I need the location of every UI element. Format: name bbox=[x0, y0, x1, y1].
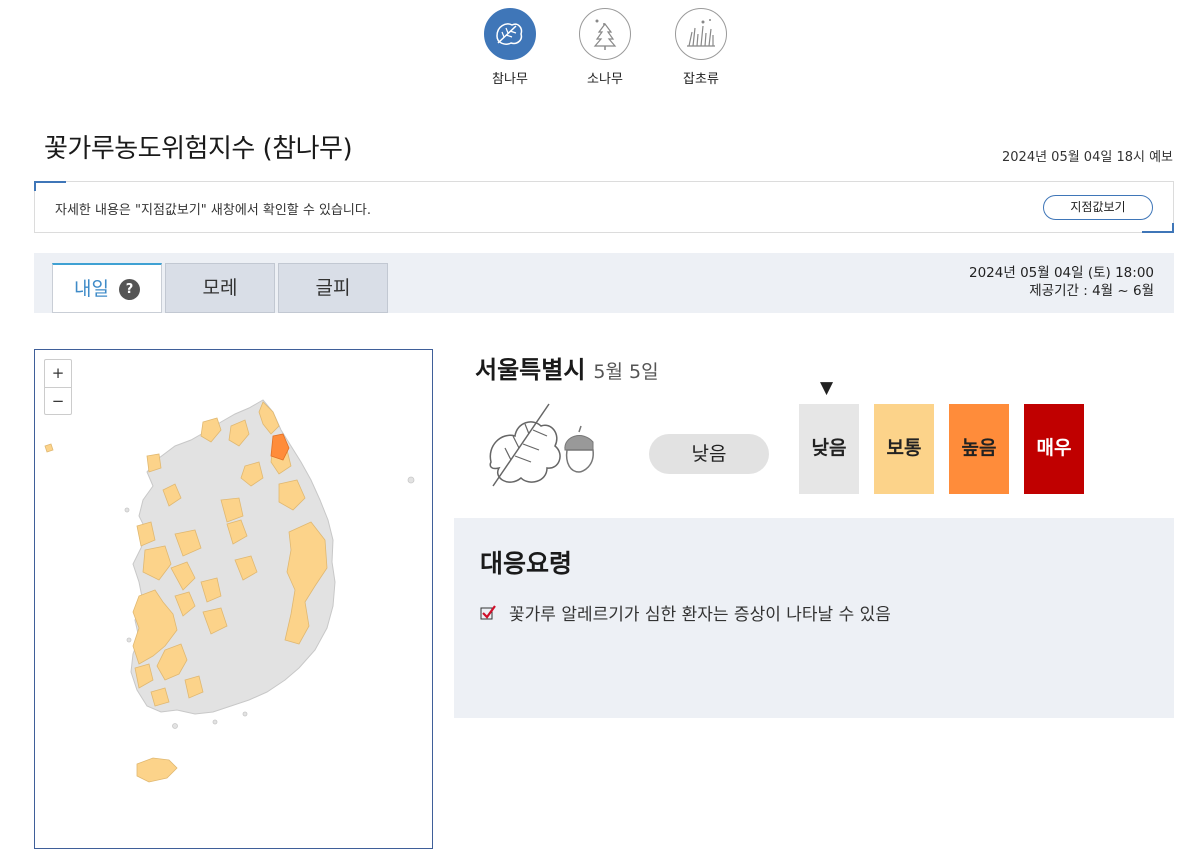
pollen-type-weed[interactable]: 잡초류 bbox=[666, 8, 736, 87]
pollen-type-label: 참나무 bbox=[492, 72, 528, 87]
help-icon[interactable]: ? bbox=[118, 279, 140, 300]
notice-text: 자세한 내용은 "지점값보기" 새창에서 확인할 수 있습니다. bbox=[55, 203, 371, 218]
day-tab-bar: 내일? 모레 글피 2024년 05월 04일 (토) 18:00 제공기간 :… bbox=[34, 253, 1174, 313]
tab-tomorrow[interactable]: 내일? bbox=[52, 263, 162, 313]
station-values-button[interactable]: 지점값보기 bbox=[1043, 195, 1153, 220]
pollen-type-pine[interactable]: 소나무 bbox=[570, 8, 640, 87]
guide-item: 꽃가루 알레르기가 심한 환자는 증상이 나타날 수 있음 bbox=[480, 600, 891, 625]
corner-accent bbox=[1172, 223, 1174, 233]
oak-leaf-icon bbox=[484, 8, 536, 60]
zoom-in-button[interactable]: + bbox=[45, 360, 71, 387]
service-period: 제공기간 : 4월 ~ 6월 bbox=[1029, 283, 1154, 299]
region-header: 서울특별시 5월 5일 bbox=[475, 350, 659, 385]
pollen-type-oak[interactable]: 참나무 bbox=[475, 8, 545, 87]
level-high: 높음 bbox=[949, 404, 1009, 494]
level-very-high: 매우 bbox=[1024, 404, 1084, 494]
pollen-type-label: 잡초류 bbox=[683, 72, 719, 87]
checkbox-checked-icon bbox=[480, 605, 496, 620]
zoom-out-button[interactable]: − bbox=[45, 387, 71, 414]
weed-grass-icon bbox=[675, 8, 727, 60]
corner-accent bbox=[34, 181, 36, 191]
issue-datetime: 2024년 05월 04일 (토) 18:00 bbox=[969, 265, 1154, 281]
corner-accent bbox=[34, 181, 66, 183]
pine-tree-icon bbox=[579, 8, 631, 60]
current-level-badge: 낮음 bbox=[649, 434, 769, 474]
level-low: 낮음 bbox=[799, 404, 859, 494]
page-title: 꽃가루농도위험지수 (참나무) bbox=[44, 134, 353, 164]
tab-info: 2024년 05월 04일 (토) 18:00 제공기간 : 4월 ~ 6월 bbox=[969, 264, 1154, 300]
tab-label: 모레 bbox=[202, 277, 238, 299]
forecast-time: 2024년 05월 04일 18시 예보 bbox=[1002, 150, 1173, 165]
tab-two-days-after[interactable]: 글피 bbox=[278, 263, 388, 313]
region-name: 서울특별시 bbox=[475, 356, 586, 384]
pollen-type-label: 소나무 bbox=[587, 72, 623, 87]
guide-item-text: 꽃가루 알레르기가 심한 환자는 증상이 나타날 수 있음 bbox=[509, 605, 891, 625]
korea-risk-map[interactable]: + − bbox=[34, 349, 433, 849]
tab-label: 글피 bbox=[315, 277, 351, 299]
notice-box: 자세한 내용은 "지점값보기" 새창에서 확인할 수 있습니다. 지점값보기 bbox=[34, 181, 1174, 233]
zoom-control: + − bbox=[44, 359, 72, 415]
map-canvas[interactable] bbox=[35, 350, 433, 849]
corner-accent bbox=[1142, 231, 1174, 233]
tab-label: 내일 bbox=[74, 278, 109, 300]
oak-leaf-acorn-icon bbox=[485, 400, 605, 500]
level-pointer-icon: ▼ bbox=[820, 378, 834, 398]
tab-day-after-tomorrow[interactable]: 모레 bbox=[165, 263, 275, 313]
guide-title: 대응요령 bbox=[480, 549, 573, 578]
level-normal: 보통 bbox=[874, 404, 934, 494]
response-guide: 대응요령 꽃가루 알레르기가 심한 환자는 증상이 나타날 수 있음 bbox=[454, 518, 1174, 718]
region-date: 5월 5일 bbox=[593, 361, 659, 383]
pollen-type-selector: 참나무 소나무 잡초류 bbox=[475, 8, 745, 90]
